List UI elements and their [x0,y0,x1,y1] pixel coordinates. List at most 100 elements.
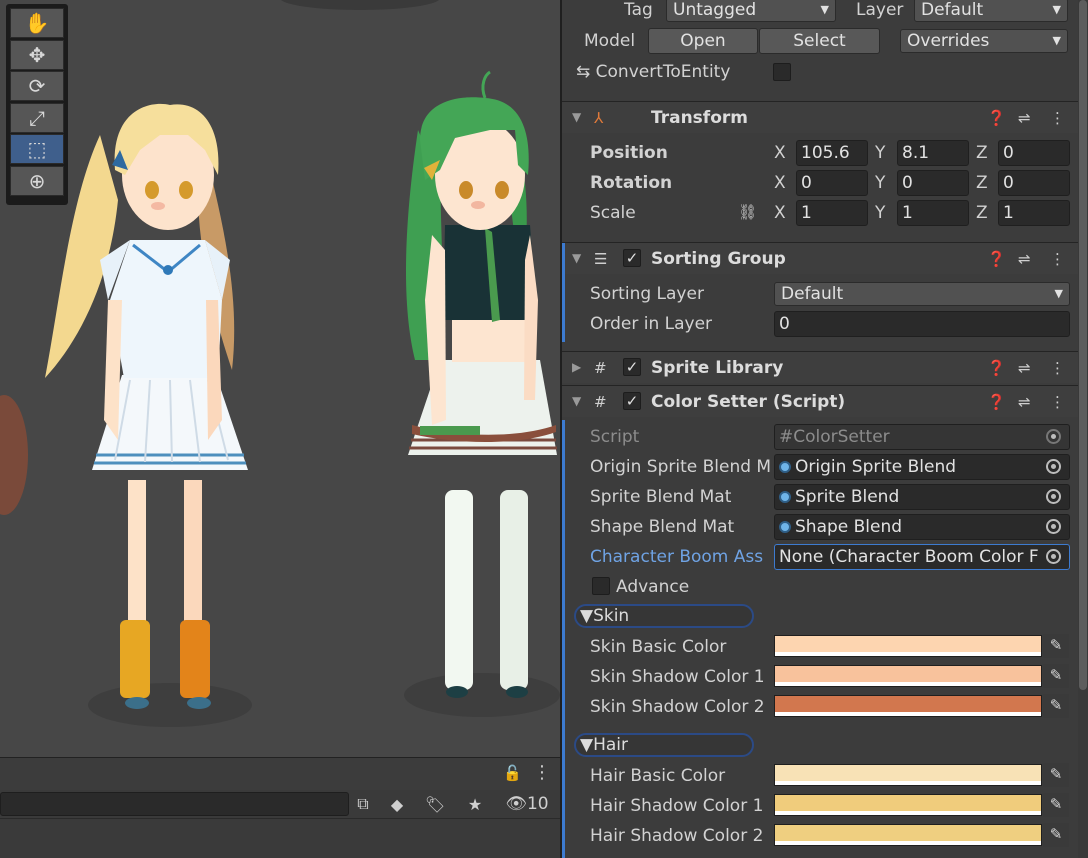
sorting-layer-value: Default [781,284,844,304]
skin-shadow-color-2-swatch[interactable] [774,695,1042,717]
skin-shadow-color-1-swatch[interactable] [774,665,1042,687]
object-picker-icon[interactable] [1046,549,1061,564]
skin-foldout[interactable]: ▼Skin [574,604,754,628]
position-y-label[interactable]: Y [875,143,885,163]
eyedropper-icon[interactable]: ✎ [1043,763,1069,787]
color-setter-enabled-checkbox[interactable]: ✓ [623,392,641,410]
rotation-x-field[interactable]: 0 [796,170,868,196]
presets-icon[interactable]: ⇌ [1018,393,1031,411]
hair-basic-color-swatch[interactable] [774,764,1042,786]
object-picker-icon[interactable] [1046,489,1061,504]
help-icon[interactable]: ❓ [987,250,1006,268]
search-by-type-icon[interactable]: ⧉ [352,792,374,816]
scale-icon: ⤢ [29,105,45,130]
foldout-arrow-icon[interactable]: ▼ [572,251,581,265]
object-picker-icon[interactable] [1046,519,1061,534]
skin-shadow-color-1-label: Skin Shadow Color 1 [590,667,765,687]
favorite-icon[interactable]: ★ [464,792,486,816]
foldout-arrow-icon[interactable]: ▶ [572,360,581,374]
inspector-scrollbar[interactable] [1078,0,1088,858]
rotation-z-label[interactable]: Z [976,173,988,193]
shape-blend-mat-field[interactable]: Shape Blend [774,514,1070,540]
origin-sprite-blend-field[interactable]: Origin Sprite Blend [774,454,1070,480]
position-y-field[interactable]: 8.1 [897,140,969,166]
sprite-library-enabled-checkbox[interactable]: ✓ [623,358,641,376]
move-tool-button[interactable]: ✥ [10,39,64,70]
filter-by-type-icon[interactable]: ◆ [386,792,408,816]
position-x-field[interactable]: 105.6 [796,140,868,166]
help-icon[interactable]: ❓ [987,109,1006,127]
hair-foldout[interactable]: ▼Hair [574,733,754,757]
eyedropper-icon[interactable]: ✎ [1043,664,1069,688]
character-blonde[interactable] [45,103,252,727]
hidden-packages-toggle[interactable]: 👁 10 [503,792,551,816]
convert-to-entity-checkbox[interactable] [773,63,791,81]
swap-arrows-icon: ⇆ [576,62,591,82]
rotation-z-field[interactable]: 0 [998,170,1070,196]
position-z-field[interactable]: 0 [998,140,1070,166]
hand-tool-button[interactable]: ✋ [10,8,64,38]
position-z-label[interactable]: Z [976,143,988,163]
tag-dropdown[interactable]: Untagged ▼ [666,0,836,22]
lock-icon[interactable]: 🔓 [503,764,522,782]
context-menu-icon[interactable]: ⋮ [1050,250,1065,268]
rotation-y-label[interactable]: Y [875,173,885,193]
rotation-y-field[interactable]: 0 [897,170,969,196]
chevron-down-icon: ▼ [820,3,829,16]
presets-icon[interactable]: ⇌ [1018,109,1031,127]
transform-header[interactable]: ▼ ⅄ Transform ❓ ⇌ ⋮ [562,101,1088,133]
scale-z-label[interactable]: Z [976,203,988,223]
search-input[interactable] [0,792,349,816]
scale-y-label[interactable]: Y [875,203,885,223]
scale-x-label[interactable]: X [774,203,786,223]
scale-y-field[interactable]: 1 [897,200,969,226]
sorting-group-header[interactable]: ▼ ☰ ✓ Sorting Group ❓ ⇌ ⋮ [562,242,1088,274]
eyedropper-icon[interactable]: ✎ [1043,793,1069,817]
character-boom-asset-field[interactable]: None (Character Boom Color F [774,544,1070,570]
scrollbar-thumb[interactable] [1079,0,1087,690]
color-setter-header[interactable]: ▼ # ✓ Color Setter (Script) ❓ ⇌ ⋮ [562,385,1088,417]
eyedropper-icon[interactable]: ✎ [1043,634,1069,658]
sprite-blend-mat-field[interactable]: Sprite Blend [774,484,1070,510]
transform-icon: ⊕ [28,168,46,193]
help-icon[interactable]: ❓ [987,393,1006,411]
stocking-left [445,490,473,690]
sprite-library-header[interactable]: ▶ # ✓ Sprite Library ❓ ⇌ ⋮ [562,351,1088,383]
open-prefab-button[interactable]: Open [648,28,758,54]
skin-basic-color-swatch[interactable] [774,635,1042,657]
scale-x-field[interactable]: 1 [796,200,868,226]
advance-checkbox[interactable] [592,577,610,595]
sorting-group-enabled-checkbox[interactable]: ✓ [623,249,641,267]
eyedropper-icon[interactable]: ✎ [1043,823,1069,847]
context-menu-icon[interactable]: ⋮ [1050,393,1065,411]
presets-icon[interactable]: ⇌ [1018,359,1031,377]
context-menu-icon[interactable]: ⋮ [1050,109,1065,127]
presets-icon[interactable]: ⇌ [1018,250,1031,268]
help-icon[interactable]: ❓ [987,359,1006,377]
object-picker-icon[interactable] [1046,459,1061,474]
label-icon[interactable]: 🏷 [424,792,446,816]
constrain-proportions-icon[interactable]: ⛓ [738,203,757,221]
scale-tool-button[interactable]: ⤢ [10,102,64,133]
position-x-label[interactable]: X [774,143,786,163]
scene-view[interactable]: ✋ ✥ ⟳ ⤢ ⬚ ⊕ [0,0,560,757]
context-menu-icon[interactable]: ⋮ [1050,359,1065,377]
rotate-tool-button[interactable]: ⟳ [10,71,64,102]
more-options-icon[interactable]: ⋮ [533,762,551,783]
hair-shadow-color-1-swatch[interactable] [774,794,1042,816]
foldout-arrow-icon[interactable]: ▼ [572,394,581,408]
order-in-layer-field[interactable]: 0 [774,311,1070,337]
hair-shadow-color-2-swatch[interactable] [774,824,1042,846]
rotation-x-label[interactable]: X [774,173,786,193]
select-prefab-button[interactable]: Select [759,28,880,54]
eyedropper-icon[interactable]: ✎ [1043,694,1069,718]
overrides-dropdown[interactable]: Overrides ▼ [900,29,1068,53]
foldout-arrow-icon[interactable]: ▼ [572,110,581,124]
sorting-layer-dropdown[interactable]: Default ▼ [774,282,1070,306]
scale-z-field[interactable]: 1 [998,200,1070,226]
transform-tool-button[interactable]: ⊕ [10,165,64,196]
character-green[interactable] [404,70,560,717]
script-icon: # [594,393,607,411]
layer-dropdown[interactable]: Default ▼ [914,0,1068,22]
rect-tool-button[interactable]: ⬚ [10,134,64,165]
